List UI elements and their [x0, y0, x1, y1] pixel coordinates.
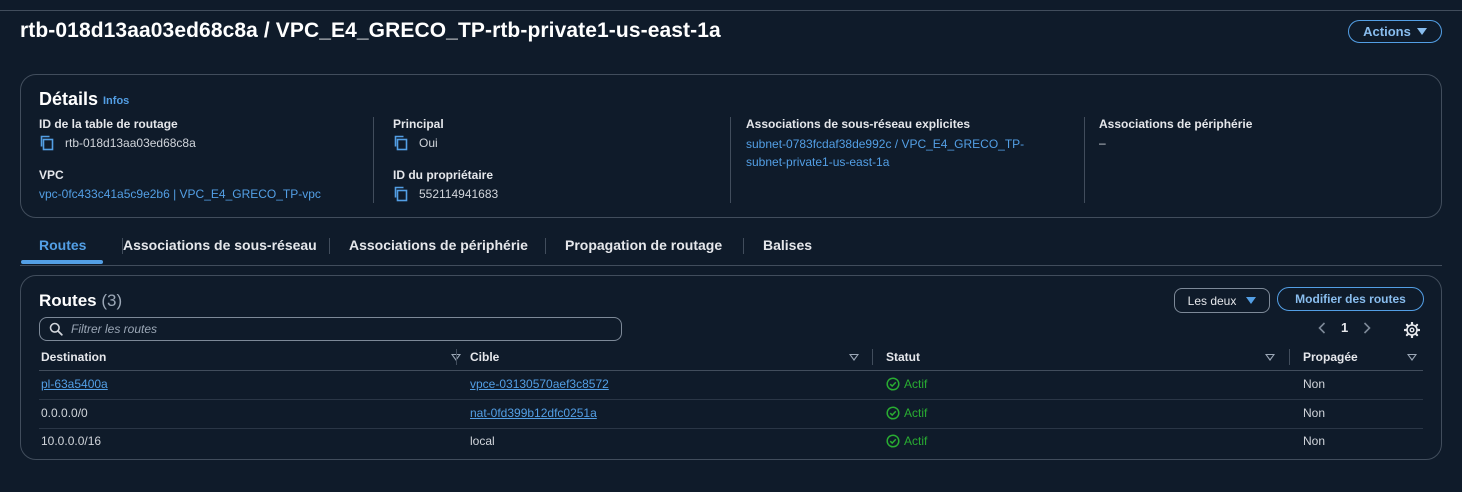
column-divider: [1289, 349, 1290, 365]
vpc-label: VPC: [39, 168, 64, 182]
page-title: rtb-018d13aa03ed68c8a / VPC_E4_GRECO_TP-…: [20, 19, 721, 42]
destination-value: 10.0.0.0/16: [41, 434, 102, 448]
table-row: pl-63a5400a vpce-03130570aef3c8572 Actif…: [39, 371, 1423, 400]
active-tab-indicator: [21, 260, 103, 264]
propagation-filter-value: Les deux: [1187, 293, 1237, 308]
details-column-2: Principal Oui ID du propriétaire 5521149…: [393, 117, 498, 202]
table-row: 0.0.0.0/0 nat-0fd399b12dfc0251a Actif No…: [39, 400, 1423, 429]
column-header-status[interactable]: Statut: [886, 350, 920, 364]
destination-link[interactable]: pl-63a5400a: [41, 377, 108, 391]
column-header-propagated[interactable]: Propagée: [1303, 350, 1358, 364]
owner-id-label: ID du propriétaire: [393, 168, 494, 182]
propagated-value: Non: [1303, 377, 1326, 391]
column-divider: [1084, 117, 1085, 203]
column-header-target[interactable]: Cible: [470, 350, 499, 364]
gear-icon[interactable]: [1404, 322, 1420, 338]
target-value: local: [470, 434, 495, 448]
destination-value: 0.0.0.0/0: [41, 406, 88, 420]
column-divider: [373, 117, 374, 203]
search-input[interactable]: [71, 322, 591, 336]
main-value: Oui: [419, 136, 438, 150]
details-column-3: Associations de sous-réseau explicites s…: [746, 117, 1024, 171]
edge-associations-value: –: [1099, 136, 1106, 150]
details-heading: Détails: [39, 89, 99, 109]
check-circle-icon: [886, 406, 900, 420]
subnet-associations-label: Associations de sous-réseau explicites: [746, 117, 971, 131]
modify-routes-button[interactable]: Modifier des routes: [1277, 287, 1424, 311]
tab-routes[interactable]: Routes: [39, 237, 86, 253]
propagated-value: Non: [1303, 434, 1326, 448]
current-page-number[interactable]: 1: [1341, 320, 1348, 335]
details-column-1: ID de la table de routage rtb-018d13aa03…: [39, 117, 321, 201]
search-icon: [49, 322, 63, 336]
routes-count: (3): [101, 291, 123, 310]
target-link[interactable]: vpce-03130570aef3c8572: [470, 377, 609, 391]
table-row: 10.0.0.0/16 local Actif Non: [39, 428, 1423, 456]
actions-button-label: Actions: [1363, 24, 1411, 39]
tab-bar: Routes Associations de sous-réseau Assoc…: [20, 233, 1442, 266]
tab-divider: [743, 238, 744, 254]
top-divider: [0, 10, 1462, 11]
column-divider: [456, 349, 457, 365]
pagination: 1: [1317, 320, 1372, 335]
tab-route-propagation[interactable]: Propagation de routage: [565, 237, 722, 253]
info-link[interactable]: Infos: [103, 95, 129, 107]
sort-icon[interactable]: [849, 354, 859, 361]
check-circle-icon: [886, 377, 900, 391]
tab-subnet-associations[interactable]: Associations de sous-réseau: [123, 237, 317, 253]
caret-down-icon: [1246, 297, 1257, 304]
tab-edge-associations[interactable]: Associations de périphérie: [349, 237, 528, 253]
search-field[interactable]: [39, 317, 622, 341]
sort-icon[interactable]: [1265, 354, 1275, 361]
sort-icon[interactable]: [1407, 354, 1417, 361]
propagated-value: Non: [1303, 406, 1326, 420]
routes-heading: Routes (3): [39, 291, 122, 311]
column-divider: [872, 349, 873, 365]
main-label: Principal: [393, 117, 444, 131]
vpc-link[interactable]: vpc-0fc433c41a5c9e2b6 | VPC_E4_GRECO_TP-…: [39, 187, 321, 201]
propagation-filter-select[interactable]: Les deux: [1174, 288, 1270, 313]
chevron-right-icon[interactable]: [1362, 321, 1372, 335]
copy-icon[interactable]: [39, 135, 55, 151]
chevron-left-icon[interactable]: [1317, 321, 1327, 335]
status-text: Actif: [904, 434, 928, 448]
subnet-association-line-2: subnet-private1-us-east-1a: [746, 155, 890, 169]
subnet-association-line-1: subnet-0783fcdaf38de992c / VPC_E4_GRECO_…: [746, 137, 1025, 151]
routes-panel: Routes (3) Les deux Modifier des routes …: [20, 275, 1442, 460]
route-table-id-label: ID de la table de routage: [39, 117, 178, 131]
status-cell: Actif: [886, 406, 927, 420]
status-text: Actif: [904, 377, 928, 391]
table-header: Destination Cible Statut Propagée: [39, 346, 1423, 371]
caret-down-icon: [1416, 28, 1427, 35]
check-circle-icon: [886, 434, 900, 448]
edge-associations-label: Associations de périphérie: [1099, 117, 1253, 131]
tab-divider: [329, 238, 330, 254]
target-link[interactable]: nat-0fd399b12dfc0251a: [470, 406, 597, 420]
status-text: Actif: [904, 406, 928, 420]
column-divider: [730, 117, 731, 203]
routes-heading-label: Routes: [39, 291, 97, 310]
details-panel: Détails Infos ID de la table de routage …: [20, 74, 1442, 218]
route-table-id-value: rtb-018d13aa03ed68c8a: [65, 136, 196, 150]
copy-icon[interactable]: [393, 186, 409, 202]
details-column-4: Associations de périphérie –: [1099, 117, 1252, 150]
status-cell: Actif: [886, 434, 927, 448]
owner-id-value: 552114941683: [419, 187, 499, 201]
subnet-association-link[interactable]: subnet-0783fcdaf38de992c / VPC_E4_GRECO_…: [746, 135, 1024, 171]
tab-divider: [545, 238, 546, 254]
tab-tags[interactable]: Balises: [763, 237, 812, 253]
copy-icon[interactable]: [393, 135, 409, 151]
actions-button[interactable]: Actions: [1348, 20, 1442, 43]
status-cell: Actif: [886, 377, 927, 391]
column-header-destination[interactable]: Destination: [41, 350, 106, 364]
